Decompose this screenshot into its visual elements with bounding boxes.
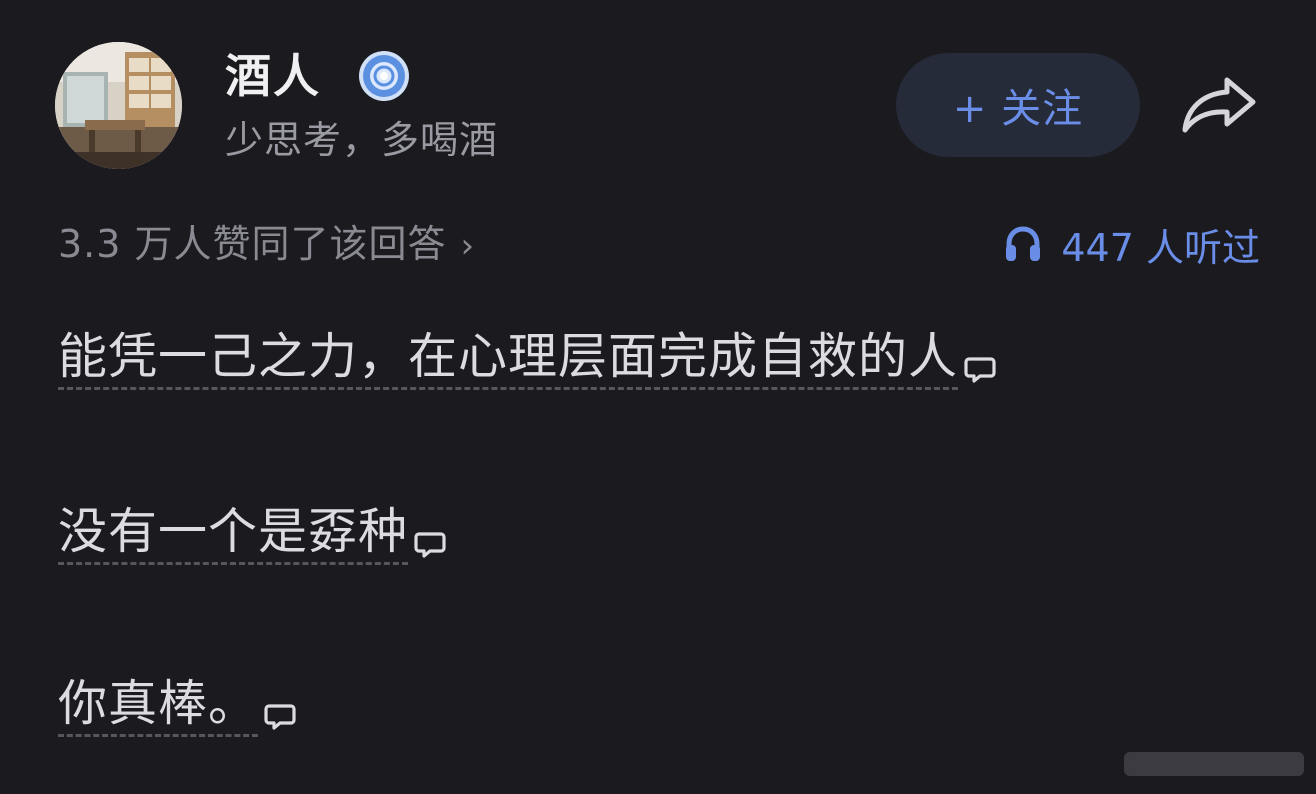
comment-bubble-icon[interactable] bbox=[412, 526, 448, 562]
answer-paragraph: 你真棒。 bbox=[58, 672, 298, 737]
avatar[interactable] bbox=[55, 42, 182, 169]
comment-bubble-icon[interactable] bbox=[262, 698, 298, 734]
avatar-image bbox=[55, 42, 182, 169]
headphone-icon bbox=[1006, 226, 1041, 261]
verified-badge-icon bbox=[359, 51, 409, 101]
paragraph-text[interactable]: 能凭一己之力，在心理层面完成自救的人 bbox=[58, 328, 959, 390]
listen-count-text: 447 人听过 bbox=[1061, 225, 1260, 270]
chevron-right-icon: › bbox=[460, 226, 476, 266]
answer-paragraph: 能凭一己之力，在心理层面完成自救的人 bbox=[58, 325, 998, 390]
listen-count[interactable]: 447 人听过 bbox=[1003, 214, 1260, 274]
approve-count-link[interactable]: 3.3 万人赞同了该回答 › bbox=[58, 214, 475, 276]
author-bio: 少思考，多喝酒 bbox=[225, 118, 499, 162]
approve-count-text: 3.3 万人赞同了该回答 bbox=[58, 222, 447, 266]
author-header: 酒人 少思考，多喝酒 + 关注 bbox=[55, 42, 1265, 172]
answer-paragraph: 没有一个是孬种 bbox=[58, 500, 448, 565]
paragraph-text[interactable]: 没有一个是孬种 bbox=[58, 503, 409, 565]
paragraph-text[interactable]: 你真棒。 bbox=[58, 675, 259, 737]
watermark-icon bbox=[1124, 752, 1304, 776]
answer-stats: 3.3 万人赞同了该回答 › 447 人听过 bbox=[58, 214, 1260, 274]
author-name[interactable]: 酒人 bbox=[225, 46, 321, 106]
share-icon[interactable] bbox=[1179, 74, 1259, 136]
comment-bubble-icon[interactable] bbox=[962, 351, 998, 387]
follow-button-label: + 关注 bbox=[952, 86, 1084, 132]
follow-button[interactable]: + 关注 bbox=[896, 53, 1140, 157]
